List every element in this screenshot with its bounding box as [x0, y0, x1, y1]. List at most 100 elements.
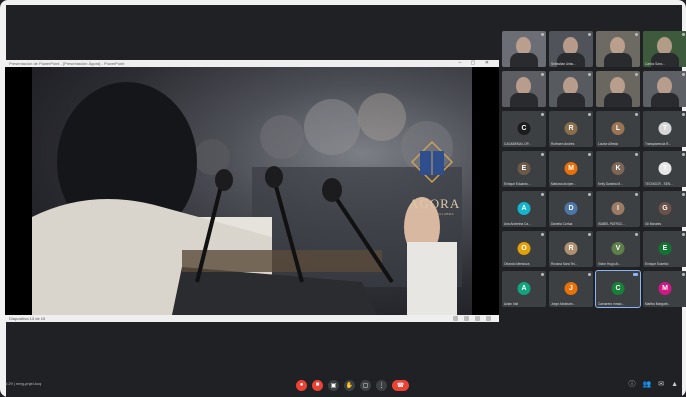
mic-muted-icon	[635, 193, 638, 196]
participant-tile[interactable]: O Orlando Mendoza	[502, 231, 546, 267]
presentation-title-bar: Presentación de PowerPoint - [Presentaci…	[5, 60, 499, 67]
participant-tile[interactable]: M Mariana Arciper...	[549, 151, 593, 187]
participant-avatar: V	[611, 242, 625, 255]
participant-name: Gil Morales	[645, 222, 662, 226]
participant-tile[interactable]: Carlos Sanc...	[643, 31, 686, 67]
mic-muted-icon	[682, 153, 685, 156]
raise-hand-button[interactable]: ✋	[344, 379, 355, 391]
participant-tile[interactable]: E Enrique Eusebio	[643, 231, 686, 267]
participant-tile[interactable]	[549, 71, 593, 107]
participant-tile[interactable]: K Kelly Daniela M...	[596, 151, 640, 187]
window-controls-icon[interactable]: – ▢ ✕	[459, 60, 493, 67]
presentation-status-bar: Diapositiva 13 de 15	[5, 315, 499, 322]
participant-tile[interactable]: D Daniela Cortua	[549, 191, 593, 227]
participant-name: Enrique Eduardo...	[504, 182, 531, 186]
presentation-slide: AGORA ESCUELA DE LA PALABRA	[32, 67, 472, 315]
participant-tile[interactable]: A Ana Andreina Ca...	[502, 191, 546, 227]
participant-tile[interactable]: R Ruthwen Andrés	[549, 111, 593, 147]
call-controls: ● ■ ▣ ✋ ▢ ⋮ ☎	[296, 378, 409, 392]
sorter-view-icon[interactable]	[464, 316, 469, 321]
participant-avatar: I	[611, 202, 625, 215]
mic-muted-icon	[635, 113, 638, 116]
leave-call-button[interactable]: ☎	[392, 379, 409, 391]
participant-avatar: O	[517, 242, 531, 255]
participant-tile[interactable]: M Martha Margarit...	[643, 271, 686, 307]
participant-name: Daniela Cortua	[551, 222, 573, 226]
participant-video-body	[557, 93, 585, 107]
participant-avatar: R	[564, 122, 578, 135]
participant-tile[interactable]: C CASABEMA LOP...	[502, 111, 546, 147]
participant-tile[interactable]: V Victor Hugo Ar...	[596, 231, 640, 267]
mic-muted-icon	[588, 233, 591, 236]
mic-muted-icon	[541, 33, 544, 36]
participant-name: Mariana Arciper...	[551, 182, 576, 186]
participant-avatar: C	[517, 122, 531, 135]
participant-tile[interactable]: E Enrique Eduardo...	[502, 151, 546, 187]
shared-presentation[interactable]: Presentación de PowerPoint - [Presentaci…	[5, 60, 499, 322]
participant-name: Kelly Daniela M...	[598, 182, 623, 186]
side-panel-controls: ⓘ 👥 ✉ ▲	[628, 380, 678, 389]
camera-off-button[interactable]: ■	[312, 379, 323, 391]
window-top-edge	[0, 0, 686, 5]
normal-view-icon[interactable]	[453, 316, 458, 321]
participant-tile[interactable]: A Azian Irali	[502, 271, 546, 307]
participant-name: Sebastian Arias...	[551, 62, 576, 66]
meeting-details[interactable]: 5:29 | meg-pnjei-kcq	[5, 381, 41, 386]
participant-avatar: D	[564, 202, 578, 215]
participant-video-body	[604, 53, 632, 67]
participant-tile[interactable]: L Louise Alfredo	[596, 111, 640, 147]
chat-icon[interactable]: ✉	[658, 380, 664, 389]
mic-muted-icon	[588, 113, 591, 116]
mic-muted-icon	[541, 193, 544, 196]
participant-name: Roxana Sara Tel...	[551, 262, 578, 266]
participant-name: Carlos Sanc...	[645, 62, 666, 66]
participant-video-body	[510, 93, 538, 107]
participant-name: Enrique Eusebio	[645, 262, 669, 266]
participant-tile[interactable]: J Jorge Abraham...	[549, 271, 593, 307]
activities-icon[interactable]: ▲	[671, 380, 678, 389]
participant-tile[interactable]: T TECNOCR - SEN...	[643, 151, 686, 187]
participant-tile[interactable]	[643, 71, 686, 107]
participant-video-body	[604, 93, 632, 107]
participant-name: Louise Alfredo	[598, 142, 619, 146]
participant-tile[interactable]: C Camarero mmac...	[595, 270, 641, 308]
info-icon[interactable]: ⓘ	[628, 380, 635, 389]
presentation-view-controls[interactable]	[453, 316, 491, 321]
mic-muted-icon	[635, 73, 638, 76]
mic-muted-icon	[541, 153, 544, 156]
participant-avatar: G	[658, 202, 672, 215]
people-icon[interactable]: 👥	[642, 380, 651, 389]
mic-muted-icon	[588, 33, 591, 36]
mic-muted-icon	[541, 233, 544, 236]
participant-name: Transparencia R...	[645, 142, 672, 146]
mic-off-button[interactable]: ●	[296, 379, 307, 391]
slide-counter: Diapositiva 13 de 15	[9, 316, 46, 321]
mic-muted-icon	[588, 73, 591, 76]
participant-avatar: J	[564, 282, 578, 295]
mic-muted-icon	[635, 153, 638, 156]
participant-avatar: T	[658, 162, 672, 175]
zoom-icon[interactable]	[486, 316, 491, 321]
present-button[interactable]: ▢	[360, 379, 371, 391]
participant-avatar: L	[611, 122, 625, 135]
participant-tile[interactable]: I ISABEL PATRICI...	[596, 191, 640, 227]
mic-muted-icon	[682, 233, 685, 236]
participant-tile[interactable]: T Transparencia R...	[643, 111, 686, 147]
participant-name: Camarero mmac...	[598, 302, 625, 306]
participant-tile[interactable]	[596, 31, 640, 67]
participant-tile[interactable]	[502, 71, 546, 107]
participant-name: TECNOCR - SEN...	[645, 182, 673, 186]
participant-tile[interactable]: G Gil Morales	[643, 191, 686, 227]
participant-tile[interactable]	[502, 31, 546, 67]
mic-muted-icon	[682, 113, 685, 116]
participant-tile[interactable]: Sebastian Arias...	[549, 31, 593, 67]
captions-button[interactable]: ▣	[328, 379, 339, 391]
slide-logo-text: AGORA	[409, 196, 461, 211]
mic-muted-icon	[588, 273, 591, 276]
more-options-button[interactable]: ⋮	[376, 379, 387, 391]
reading-view-icon[interactable]	[475, 316, 480, 321]
participant-tile[interactable]: R Roxana Sara Tel...	[549, 231, 593, 267]
mic-muted-icon	[541, 73, 544, 76]
participant-tile[interactable]	[596, 71, 640, 107]
mic-muted-icon	[682, 73, 685, 76]
